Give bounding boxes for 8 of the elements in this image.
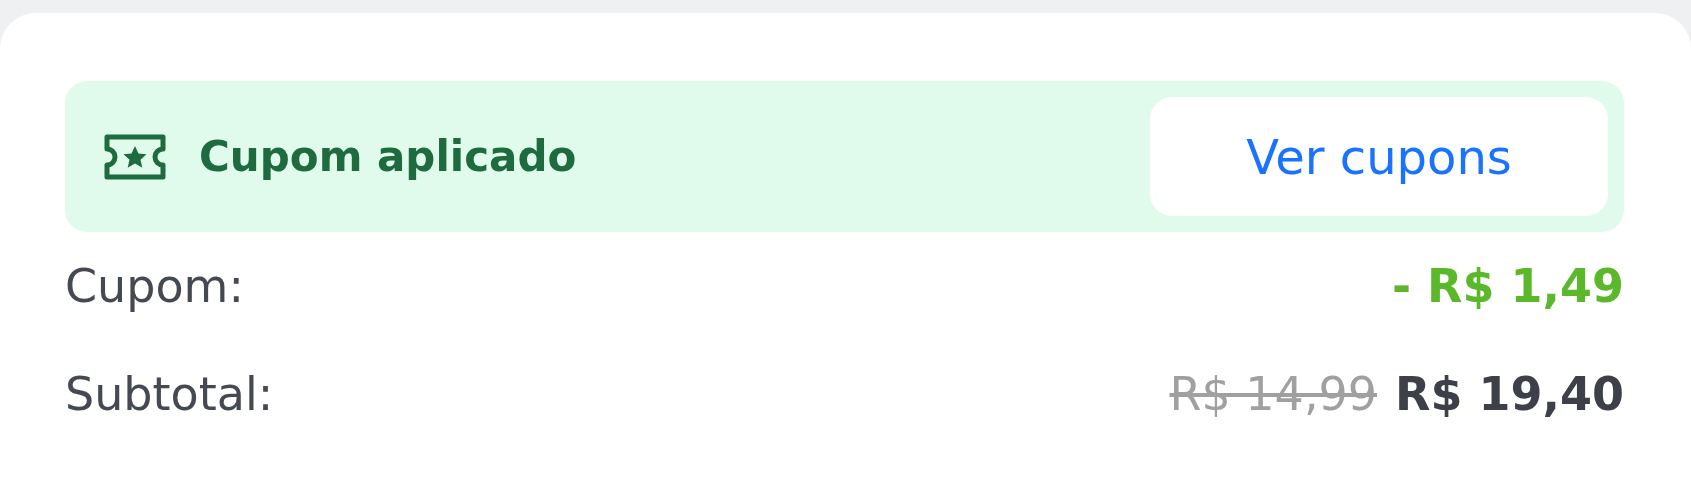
view-coupons-button[interactable]: Ver cupons	[1150, 97, 1608, 216]
summary-label: Subtotal:	[65, 367, 274, 421]
summary-label: Cupom:	[65, 259, 244, 313]
original-price: R$ 14,99	[1169, 367, 1378, 421]
coupon-status: Cupom aplicado	[199, 132, 578, 181]
ticket-icon	[103, 132, 167, 181]
total-price: R$ 19,40	[1395, 367, 1624, 421]
discount-amount: - R$ 1,49	[1391, 259, 1624, 313]
